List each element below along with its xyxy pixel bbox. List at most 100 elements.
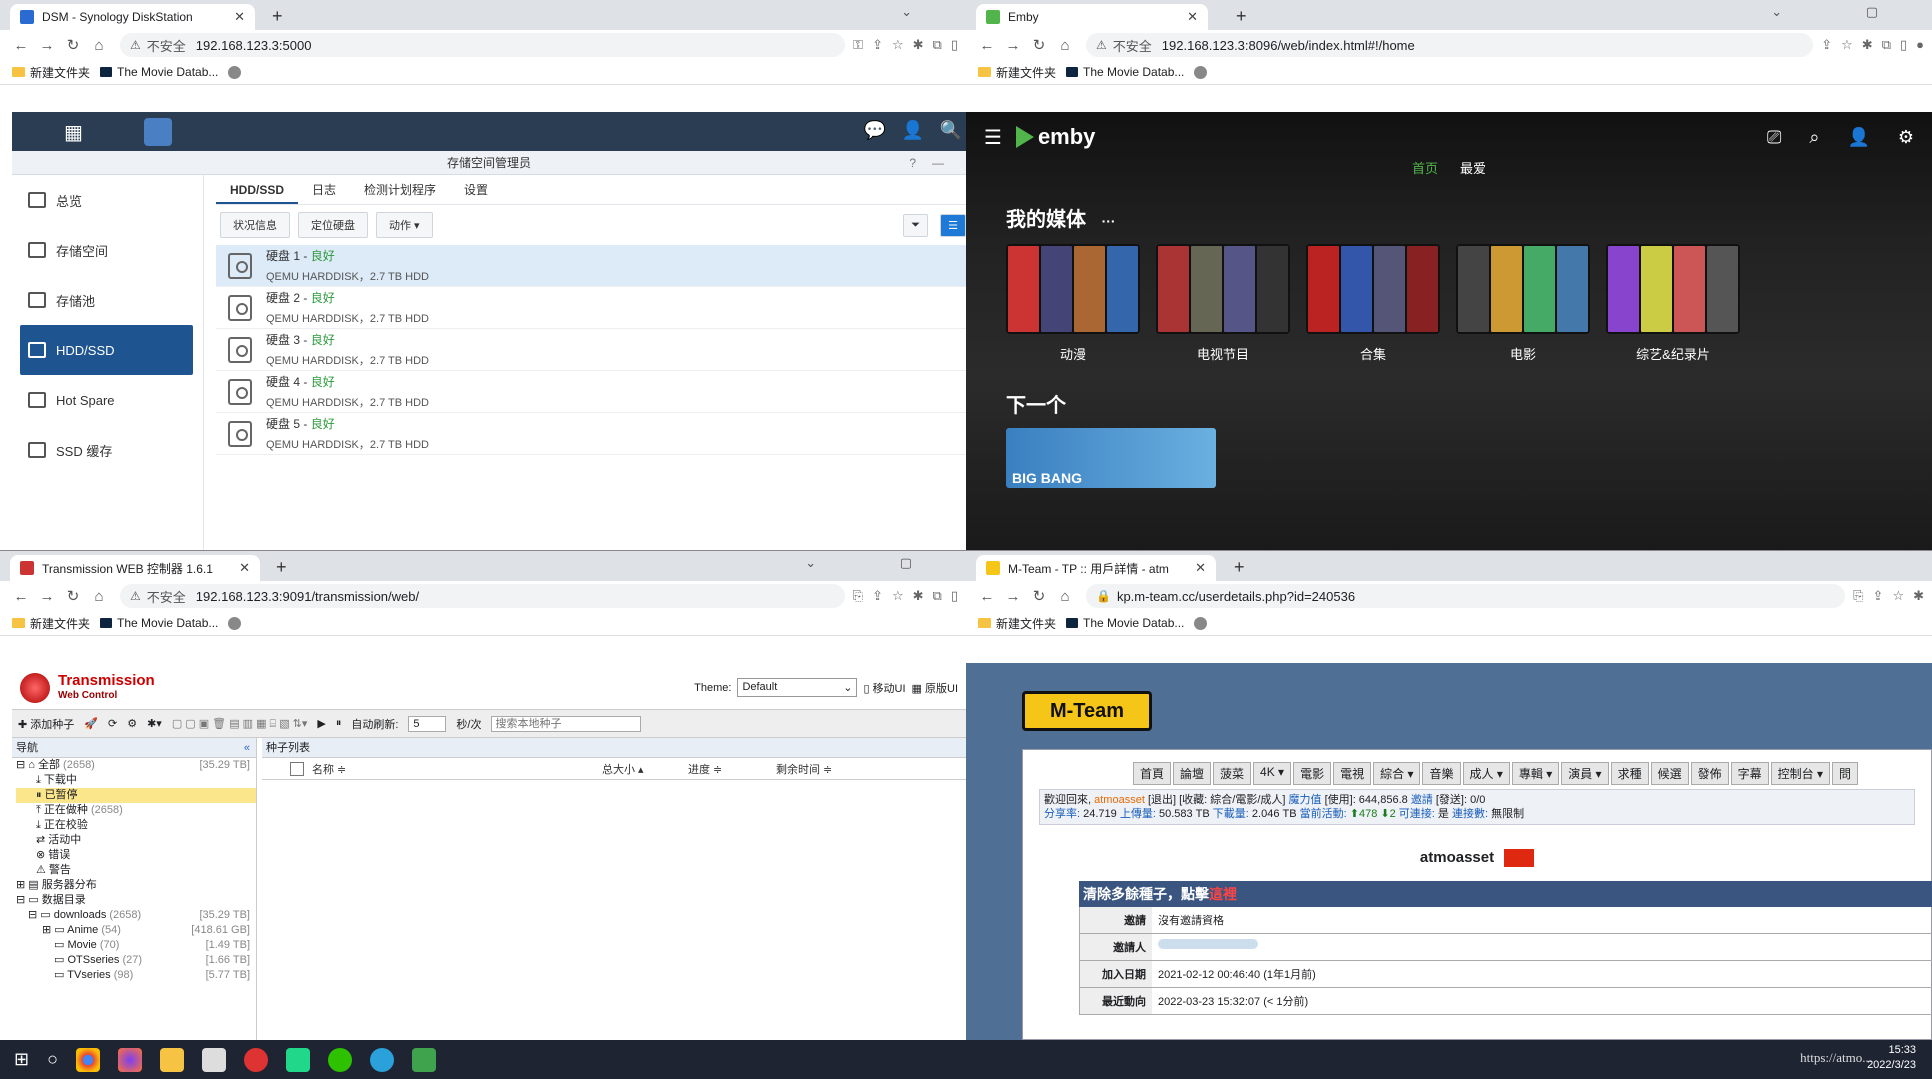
menu-item[interactable]: 專輯 ▾: [1511, 762, 1560, 785]
disk-row[interactable]: 硬盘 1 - 良好 QEMU HARDDISK，2.7 TB HDD: [216, 245, 966, 287]
minimize-app-icon[interactable]: —: [932, 151, 944, 175]
menu-icon[interactable]: ☰: [984, 125, 1002, 150]
share-icon[interactable]: ⇪: [1873, 588, 1884, 604]
library-card[interactable]: 综艺&纪录片: [1606, 244, 1740, 363]
tree-item-warning[interactable]: ⚠ 警告: [16, 863, 256, 878]
forward-icon[interactable]: →: [1000, 37, 1026, 54]
refresh-icon[interactable]: ⟳: [108, 717, 117, 730]
browser-tab[interactable]: Emby ✕: [976, 4, 1208, 30]
explorer-icon[interactable]: [159, 1047, 184, 1072]
close-tab-icon[interactable]: ✕: [1195, 560, 1206, 576]
locate-disk-button[interactable]: 定位硬盘: [298, 212, 368, 238]
action-button[interactable]: 动作 ▾: [376, 212, 433, 238]
tab-schedule[interactable]: 检测计划程序: [350, 175, 450, 204]
tree-item-active[interactable]: ⇄ 活动中: [16, 833, 256, 848]
menu-item[interactable]: 字幕: [1730, 762, 1769, 785]
forward-icon[interactable]: →: [34, 588, 60, 605]
user-icon[interactable]: 👤: [1847, 127, 1869, 148]
invite-link[interactable]: 邀請: [1411, 794, 1433, 806]
sidepanel-icon[interactable]: ▯: [1900, 37, 1907, 53]
close-tab-icon[interactable]: ✕: [234, 9, 245, 25]
share-icon[interactable]: ⇪: [872, 588, 883, 604]
browser-tab[interactable]: M-Team - TP :: 用戶詳情 - atm ✕: [976, 555, 1216, 581]
menu-item[interactable]: 控制台 ▾: [1770, 762, 1830, 785]
back-icon[interactable]: ←: [974, 588, 1000, 605]
disk-row[interactable]: 硬盘 2 - 良好 QEMU HARDDISK，2.7 TB HDD: [216, 287, 966, 329]
tab-favorites[interactable]: 最爱: [1460, 158, 1486, 177]
menu-item[interactable]: 成人 ▾: [1462, 762, 1510, 785]
tree-item-data-dir[interactable]: ⊟ ▭ 数据目录: [16, 893, 256, 908]
more-icon[interactable]: ···: [1102, 213, 1116, 229]
extension-icon[interactable]: ✱: [1862, 37, 1873, 53]
address-bar[interactable]: 🔒 kp.m-team.cc/userdetails.php?id=240536: [1086, 584, 1846, 608]
share-icon[interactable]: ⇪: [872, 37, 883, 53]
disk-row[interactable]: 硬盘 3 - 良好 QEMU HARDDISK，2.7 TB HDD: [216, 329, 966, 371]
column-size[interactable]: 总大小 ▴: [602, 761, 672, 777]
column-eta[interactable]: 剩余时间 ≑: [752, 761, 832, 777]
health-info-button[interactable]: 状况信息: [220, 212, 290, 238]
list-view-icon[interactable]: ☰: [940, 213, 966, 237]
extension-icon[interactable]: ✱: [913, 588, 924, 604]
star-icon[interactable]: ☆: [892, 588, 904, 604]
new-tab-button[interactable]: +: [272, 6, 283, 27]
start-icon[interactable]: ⊞: [14, 1049, 29, 1070]
bookmark-tmdb[interactable]: The Movie Datab...: [1066, 616, 1184, 630]
disk-row[interactable]: 硬盘 4 - 良好 QEMU HARDDISK，2.7 TB HDD: [216, 371, 966, 413]
tree-item-all[interactable]: ⊟ ⌂ 全部 (2658) [35.29 TB]: [16, 758, 256, 773]
search-icon[interactable]: ○: [47, 1049, 58, 1070]
library-card[interactable]: 动漫: [1006, 244, 1140, 363]
reload-icon[interactable]: ↻: [1026, 36, 1052, 54]
tree-item-tvseries[interactable]: ▭ TVseries (98) [5.77 TB]: [16, 968, 256, 983]
help-icon[interactable]: ?: [909, 151, 916, 175]
tree-item-paused[interactable]: ⏸ 已暂停: [16, 788, 256, 803]
add-torrent-button[interactable]: ✚ 添加种子: [18, 716, 74, 732]
menu-item[interactable]: 電影: [1293, 762, 1332, 785]
puzzle-icon[interactable]: ⧉: [933, 588, 942, 604]
plugin-icon[interactable]: ✱▾: [147, 717, 162, 730]
sidepanel-icon[interactable]: ▯: [951, 37, 958, 53]
close-tab-icon[interactable]: ✕: [1187, 9, 1198, 25]
menu-item[interactable]: 首頁: [1133, 762, 1172, 785]
user-link[interactable]: atmoasset: [1094, 794, 1145, 806]
tree-item-error[interactable]: ⊗ 错误: [16, 848, 256, 863]
settings-icon[interactable]: ⚙: [127, 717, 137, 730]
key-icon[interactable]: ⚿: [853, 37, 863, 53]
window-controls-icon[interactable]: ⌄ ▢: [805, 555, 952, 571]
star-icon[interactable]: ☆: [892, 37, 904, 53]
orig-ui-link[interactable]: ▦ 原版UI: [912, 680, 958, 696]
emby-logo[interactable]: emby: [1015, 124, 1095, 150]
tree-item-servers[interactable]: ⊞ ▤ 服务器分布: [16, 878, 256, 893]
address-bar[interactable]: ⚠ 不安全 192.168.123.3:8096/web/index.html#…: [1086, 33, 1814, 57]
forward-icon[interactable]: →: [34, 37, 60, 54]
translate-icon[interactable]: ⎘: [853, 588, 863, 604]
address-bar[interactable]: ⚠ 不安全 192.168.123.3:9091/transmission/we…: [120, 584, 845, 608]
puzzle-icon[interactable]: ⧉: [1882, 37, 1891, 53]
menu-item[interactable]: 問: [1832, 762, 1859, 785]
menu-item[interactable]: 電視: [1333, 762, 1372, 785]
search-input[interactable]: [491, 715, 642, 732]
search-icon[interactable]: 🔍: [940, 120, 962, 141]
close-tab-icon[interactable]: ✕: [239, 560, 250, 576]
mobile-ui-link[interactable]: ▯ 移动UI: [863, 680, 905, 696]
telegram-icon[interactable]: [369, 1047, 394, 1072]
pycharm-icon[interactable]: [285, 1047, 310, 1072]
column-name[interactable]: 名称 ≑: [312, 761, 602, 777]
theme-select[interactable]: Default ⌄: [737, 678, 858, 697]
banner-link[interactable]: 這裡: [1209, 886, 1237, 902]
window-controls-icon[interactable]: ⌄ ▢: [1771, 4, 1918, 20]
browser-tab[interactable]: Transmission WEB 控制器 1.6.1 ✕: [10, 555, 260, 581]
library-card[interactable]: 电影: [1456, 244, 1590, 363]
reload-icon[interactable]: ↻: [60, 36, 86, 54]
sidebar-item-ssd-cache[interactable]: SSD 缓存: [12, 425, 203, 475]
star-icon[interactable]: ☆: [1892, 588, 1904, 604]
mteam-logo[interactable]: M-Team: [1022, 691, 1152, 731]
translate-icon[interactable]: ⎘: [1853, 588, 1863, 604]
collapse-icon[interactable]: «: [244, 738, 250, 758]
new-tab-button[interactable]: +: [1234, 557, 1245, 578]
puzzle-icon[interactable]: ⧉: [933, 37, 942, 53]
bookmark-folder[interactable]: 新建文件夹: [978, 615, 1056, 632]
chrome-icon[interactable]: [75, 1047, 100, 1072]
minimize-icon[interactable]: ⌄: [901, 4, 952, 20]
profile-bookmark-icon[interactable]: [228, 616, 242, 630]
menu-item[interactable]: 發佈: [1690, 762, 1729, 785]
